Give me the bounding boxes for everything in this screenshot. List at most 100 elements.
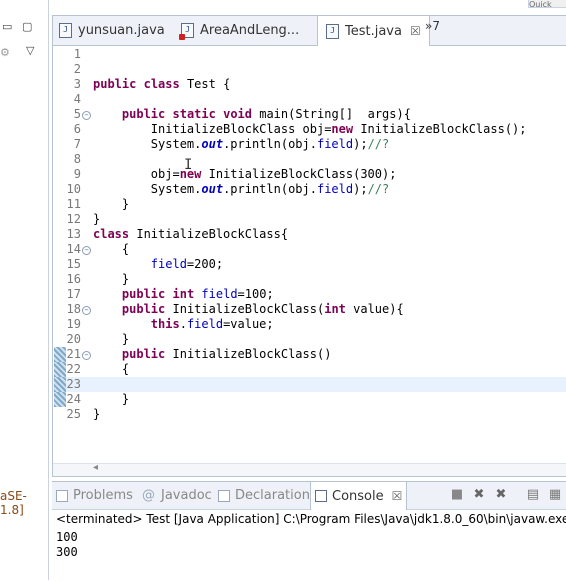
scroll-lock-icon[interactable]: ▦ xyxy=(548,488,562,502)
line-number: 22 xyxy=(66,362,81,376)
code-line[interactable]: 3 public class Test { xyxy=(53,77,566,92)
tab-label: yunsuan.java xyxy=(78,23,165,38)
fold-toggle-icon[interactable]: − xyxy=(82,306,91,315)
minimize-icon[interactable]: ▭ xyxy=(2,20,12,33)
console-tab-bar: Problems @ Javadoc Declaration Console ☒… xyxy=(52,482,566,510)
code-text: field=200; xyxy=(150,257,224,271)
code-text: obj=new InitializeBlockClass(300); xyxy=(93,167,397,181)
code-line[interactable]: 24 } xyxy=(53,392,566,407)
horizontal-scrollbar[interactable]: ◂ xyxy=(53,462,566,476)
code-line[interactable]: 18− public InitializeBlockClass(int valu… xyxy=(53,302,566,317)
more-tabs-button[interactable]: »7 xyxy=(425,19,440,33)
code-text: } xyxy=(93,272,130,286)
code-text: } xyxy=(93,392,130,406)
fold-toggle-icon[interactable]: − xyxy=(82,351,91,360)
code-text: InitializeBlockClass obj=new InitializeB… xyxy=(93,122,527,136)
code-text: { xyxy=(93,242,130,256)
code-line[interactable]: 23 xyxy=(53,377,566,392)
java-file-icon: J xyxy=(326,23,339,39)
code-text: } xyxy=(93,197,130,211)
line-number: 25 xyxy=(66,407,81,421)
fold-toggle-icon[interactable]: − xyxy=(82,246,91,255)
code-line[interactable]: 7 System.out.println(obj.field);//? xyxy=(53,137,566,152)
code-line[interactable]: 12} xyxy=(53,212,566,227)
close-tab-icon[interactable]: ☒ xyxy=(392,489,403,503)
code-text: System.out.println(obj.field);//? xyxy=(93,137,390,151)
tab-yunsuan-java[interactable]: J yunsuan.java xyxy=(59,16,165,45)
link-editor-icon[interactable]: ⚙ xyxy=(0,46,10,59)
tab-label: Declaration xyxy=(235,488,310,503)
line-number: 17 xyxy=(66,287,81,301)
code-line[interactable]: 15 field=200; xyxy=(53,257,566,272)
quick-access-field[interactable]: Quick xyxy=(528,0,566,8)
tab-console[interactable]: Console ☒ xyxy=(310,482,408,510)
code-line[interactable]: 4 xyxy=(53,92,566,107)
code-text: } xyxy=(93,332,130,346)
declaration-icon xyxy=(218,489,230,502)
code-line[interactable]: 9 obj=new InitializeBlockClass(300); xyxy=(53,167,566,182)
line-number: 7 xyxy=(73,137,81,151)
tab-declaration[interactable]: Declaration xyxy=(218,482,310,509)
line-number: 13 xyxy=(66,227,81,241)
code-line[interactable]: 17 public int field=100; xyxy=(53,287,566,302)
tab-problems[interactable]: Problems xyxy=(56,482,133,509)
code-text: public class Test { xyxy=(93,77,231,91)
line-number: 3 xyxy=(73,77,81,91)
line-number: 11 xyxy=(66,197,81,211)
code-line[interactable]: 25} xyxy=(53,407,566,422)
code-text: public InitializeBlockClass(int value){ xyxy=(121,302,404,316)
view-menu-icon[interactable]: ▽ xyxy=(26,44,34,57)
editor-area: J yunsuan.java J AreaAndLeng... J Test.j… xyxy=(52,15,566,477)
remove-all-launches-icon[interactable]: ✖ xyxy=(494,488,508,502)
line-number: 2 xyxy=(73,62,81,76)
code-line[interactable]: 13 class InitializeBlockClass{ xyxy=(53,227,566,242)
code-text: public int field=100; xyxy=(121,287,274,301)
code-line[interactable]: 11 } xyxy=(53,197,566,212)
code-text: public InitializeBlockClass() xyxy=(121,347,332,361)
code-line[interactable]: 8 xyxy=(53,152,566,167)
tab-label: AreaAndLeng... xyxy=(200,23,300,38)
line-number: 4 xyxy=(73,92,81,106)
problems-icon xyxy=(56,489,68,502)
line-number: 20 xyxy=(66,332,81,346)
code-line[interactable]: 10 System.out.println(obj.field);//? xyxy=(53,182,566,197)
code-line[interactable]: 2 xyxy=(53,62,566,77)
terminate-icon[interactable]: ■ xyxy=(450,488,464,502)
code-line[interactable]: 19 this.field=value; xyxy=(53,317,566,332)
console-output-line: 300 xyxy=(56,545,78,559)
code-line[interactable]: 6 InitializeBlockClass obj=new Initializ… xyxy=(53,122,566,137)
console-panel: Problems @ Javadoc Declaration Console ☒… xyxy=(52,481,566,581)
close-tab-icon[interactable]: ☒ xyxy=(410,24,421,38)
code-line[interactable]: 5− public static void main(String[] args… xyxy=(53,107,566,122)
line-number: 18 xyxy=(66,302,81,316)
fold-toggle-icon[interactable]: − xyxy=(82,111,91,120)
code-line[interactable]: 22 { xyxy=(53,362,566,377)
code-text: } xyxy=(93,407,101,421)
line-number: 23 xyxy=(66,377,81,391)
scroll-left-icon[interactable]: ◂ xyxy=(93,462,98,473)
java-file-error-icon: J xyxy=(179,23,194,40)
line-number: 15 xyxy=(66,257,81,271)
remove-launch-icon[interactable]: ✖ xyxy=(472,488,486,502)
javadoc-icon: @ xyxy=(142,488,155,503)
code-line[interactable]: 1 xyxy=(53,47,566,62)
tab-label: Console xyxy=(332,488,384,504)
code-line[interactable]: 20 } xyxy=(53,332,566,347)
line-number: 10 xyxy=(66,182,81,196)
line-number: 12 xyxy=(66,212,81,226)
line-number: 6 xyxy=(73,122,81,136)
text-cursor-icon: I xyxy=(184,157,193,173)
code-line[interactable]: 21− public InitializeBlockClass() xyxy=(53,347,566,362)
code-line[interactable]: 14− { xyxy=(53,242,566,257)
maximize-icon[interactable]: ▢ xyxy=(22,20,32,33)
clear-console-icon[interactable]: ▤ xyxy=(526,488,540,502)
tab-test-java[interactable]: J Test.java ☒ xyxy=(317,16,430,46)
line-number: 5 xyxy=(73,107,81,121)
code-text: this.field=value; xyxy=(150,317,274,331)
console-icon xyxy=(315,490,327,502)
line-number: 8 xyxy=(73,152,81,166)
tab-javadoc[interactable]: @ Javadoc xyxy=(142,482,212,509)
tab-area-and-length[interactable]: J AreaAndLeng... xyxy=(179,16,300,45)
code-line[interactable]: 16 } xyxy=(53,272,566,287)
tab-label: Test.java xyxy=(345,23,402,39)
